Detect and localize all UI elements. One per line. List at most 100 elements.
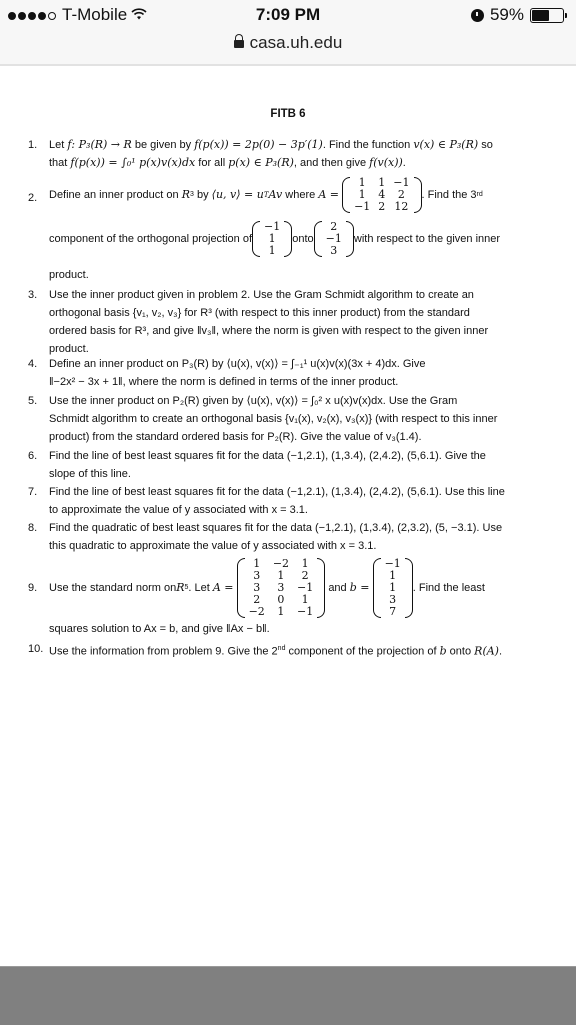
text: for all (195, 157, 229, 169)
problem-line: Schmidt algorithm to create an orthogona… (49, 413, 498, 425)
math: f(p(x)) = 2p(0) − 3p′(1) (194, 138, 323, 151)
problem-number: 6. (28, 450, 38, 462)
text: so (478, 139, 493, 151)
problem-3: 3. Use the inner product given in proble… (28, 286, 550, 358)
matrix-entry: 12 (394, 200, 409, 213)
problem-line: product) from the standard ordered basis… (49, 431, 422, 443)
problem-number: 4. (28, 358, 38, 370)
text: component of the projection of (285, 645, 440, 658)
problem-2: 2. Define an inner product on R3 by ⟨u, … (28, 174, 550, 284)
matrix-row: −2 1 −1 (245, 606, 318, 618)
battery-fill (532, 9, 550, 21)
superscript: 3 (190, 191, 194, 198)
superscript: rd (476, 191, 483, 198)
problem-number: 3. (28, 289, 38, 301)
matrix-entry: −2 (248, 605, 265, 618)
problem-number: 1. (28, 139, 38, 151)
problem-line: Use the standard norm on R5. Let A = 1 −2… (49, 556, 550, 620)
text: Define an inner product on (49, 189, 179, 201)
text: . (498, 645, 503, 658)
problem-number: 10. (28, 643, 44, 655)
url-text[interactable]: casa.uh.edu (250, 33, 343, 52)
matrix-entry: −1 (297, 605, 314, 618)
problem-line: Find the quadratic of best least squares… (49, 522, 503, 534)
problem-number: 7. (28, 486, 38, 498)
vector-2: 2 −1 3 (313, 221, 354, 257)
problem-8: 8. Find the quadratic of best least squa… (28, 519, 550, 555)
math: p(x) ∈ P₃(R) (228, 156, 294, 169)
vector-1: −1 1 1 (252, 221, 293, 257)
address-bar[interactable]: casa.uh.edu (0, 33, 576, 53)
matrix-entry: 2 (378, 200, 386, 213)
math: b = (349, 581, 370, 594)
matrix-row: −1 2 12 (350, 201, 413, 213)
text: . Let (188, 582, 210, 594)
document-page: FITB 6 1. Let f: P₃(R) → R be given by f… (0, 66, 576, 966)
alarm-icon (470, 8, 484, 22)
problem-line: orthogonal basis {v₁, v₂, v₃} for R³ (wi… (49, 307, 470, 319)
math: f: P₃(R) → R (67, 138, 132, 151)
problem-line: Find the line of best least squares fit … (49, 486, 505, 498)
problem-line: Use the inner product given in problem 2… (49, 289, 474, 301)
problem-line: Define an inner product on P₃(R) by ⟨u(x… (49, 358, 426, 370)
problem-line: this quadratic to approximate the value … (49, 540, 377, 552)
text: Let (49, 139, 68, 151)
problem-1: 1. Let f: P₃(R) → R be given by f(p(x)) … (28, 136, 550, 172)
problem-line: squares solution to Ax = b, and give ‖Ax… (49, 623, 270, 635)
problem-10: 10. Use the information from problem 9. … (28, 640, 550, 661)
problem-line: component of the orthogonal projection o… (49, 216, 550, 262)
problem-line: ‖−2x² − 3x + 1‖, where the norm is defin… (49, 376, 399, 388)
problem-4: 4. Define an inner product on P₃(R) by ⟨… (28, 355, 550, 391)
problem-number: 8. (28, 522, 38, 534)
bottom-toolbar (0, 966, 576, 1025)
text: . Find the least (412, 582, 485, 594)
problem-line: that f(p(x)) = ∫₀¹ p(x)v(x)dx for all p(… (49, 154, 550, 172)
battery-icon (530, 7, 567, 23)
matrix-row: 3 (322, 245, 346, 257)
problem-9: 9. Use the standard norm on R5. Let A = … (28, 556, 550, 638)
text: Use the information from problem 9. Give… (49, 645, 278, 658)
status-right: 59% (470, 5, 567, 25)
math: v(x) ∈ P₃(R) (413, 138, 479, 151)
matrix-entry: 1 (268, 244, 276, 257)
matrix-A: 1 −2 1 3 1 2 3 3 −1 2 0 1 −2 1 −1 (236, 558, 326, 618)
matrix-entry: 3 (330, 244, 338, 257)
matrix-entry: −1 (354, 200, 371, 213)
text: . Find the 3 (421, 189, 477, 201)
matrix-entry: 7 (389, 605, 397, 618)
text: with respect to the given inner (353, 233, 501, 245)
problem-number: 5. (28, 395, 38, 407)
math: ⟨u, v⟩ = u (211, 188, 264, 201)
text: that (49, 157, 71, 169)
math: R(A) (474, 644, 499, 658)
text: be given by (131, 139, 195, 151)
math: A = (318, 188, 339, 201)
problem-number: 2. (28, 192, 38, 204)
text: . Find the function (322, 139, 414, 151)
math: Av (268, 188, 283, 201)
math: b (439, 644, 447, 658)
text: by (196, 189, 209, 201)
problem-line: ordered basis for R³, and give ‖v₃‖, whe… (49, 325, 489, 337)
text: component of the orthogonal projection o… (49, 233, 253, 245)
problem-line: slope of this line. (49, 468, 131, 480)
problem-line: to approximate the value of y associated… (49, 504, 308, 516)
problem-number: 9. (28, 582, 38, 594)
text: onto (292, 233, 314, 245)
lock-icon (233, 34, 244, 48)
problem-line: Let f: P₃(R) → R be given by f(p(x)) = 2… (49, 136, 550, 154)
math: R (176, 581, 185, 594)
text: , and then give (293, 157, 370, 169)
document-title: FITB 6 (270, 108, 306, 120)
text: onto (446, 645, 475, 658)
problem-line: Define an inner product on R3 by ⟨u, v⟩ … (49, 174, 550, 216)
text: and (328, 582, 347, 594)
text: Use the standard norm on (49, 582, 177, 594)
math: f(p(x)) = ∫₀¹ p(x)v(x)dx (70, 156, 196, 169)
matrix-entry: 1 (277, 605, 285, 618)
text: . (402, 157, 406, 169)
matrix-row: 1 (260, 245, 284, 257)
status-bar: T-Mobile 7:09 PM 59% casa.uh.edu (0, 0, 576, 66)
math: R (181, 188, 191, 201)
problem-line: Use the inner product on P₂(R) given by … (49, 395, 458, 407)
